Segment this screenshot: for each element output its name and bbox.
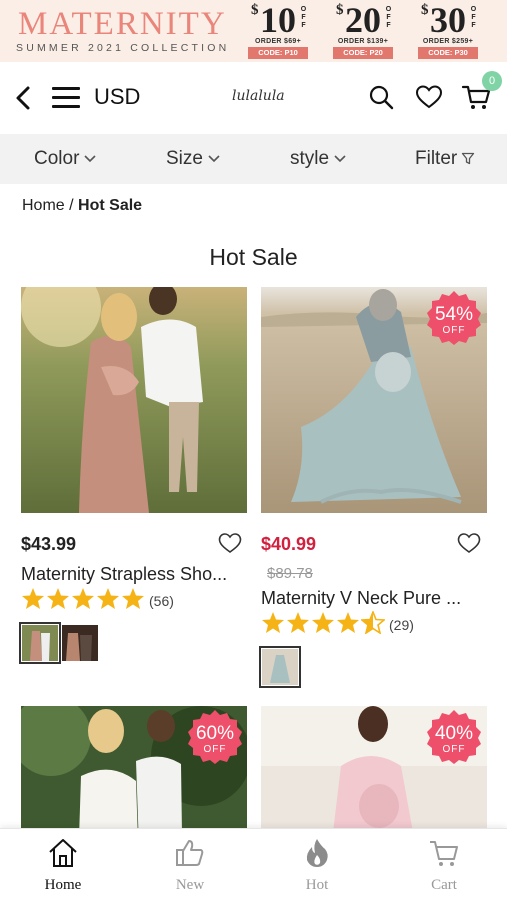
nav-home[interactable]: Home — [0, 829, 126, 900]
star-icon — [47, 588, 69, 609]
nav-cart[interactable]: Cart — [381, 829, 507, 900]
banner-brand: MATERNITY — [18, 6, 227, 42]
nav-label: New — [175, 877, 205, 893]
discount-percent: 54% — [434, 304, 474, 325]
cart-icon — [430, 841, 458, 866]
filter-label: style — [290, 148, 330, 169]
chevron-down-icon — [208, 155, 220, 163]
star-icon — [287, 612, 309, 633]
color-swatch[interactable] — [62, 625, 98, 661]
star-icon — [337, 612, 359, 633]
rating-stars — [261, 611, 386, 635]
cart-count-badge: 0 — [482, 71, 502, 91]
promo-banner[interactable]: MATERNITY SUMMER 2021 COLLECTION $10 O F F … — [0, 0, 507, 62]
discount-off: OFF — [442, 325, 466, 336]
breadcrumb-separator: / — [69, 197, 74, 214]
product-original-price: $89.78 — [267, 565, 313, 582]
nav-new[interactable]: New — [127, 829, 253, 900]
star-icon — [22, 588, 44, 609]
filter-label: Filter — [415, 148, 458, 169]
coupon-code: CODE: P10 — [248, 47, 308, 59]
filter-label: Size — [166, 148, 203, 169]
wishlist-heart-icon[interactable] — [457, 532, 481, 554]
page-title: Hot Sale — [209, 244, 298, 270]
flame-icon — [306, 839, 328, 867]
currency-selector[interactable]: USD — [94, 84, 140, 110]
star-icon — [312, 612, 334, 633]
coupon-30[interactable]: $30 O F F ORDER $259+ CODE: P30 — [415, 0, 481, 59]
nav-label: Cart — [431, 877, 457, 893]
color-swatch[interactable] — [19, 622, 61, 664]
product-card[interactable]: $43.99 Maternity Strapless Sho... (56) — [19, 287, 247, 667]
discount-off: OFF — [203, 744, 227, 755]
coupon-code: CODE: P20 — [333, 47, 393, 59]
rating-stars — [21, 587, 146, 611]
coupon-amount: 30 — [430, 0, 466, 40]
wishlist-icon[interactable] — [415, 84, 443, 110]
top-header: USD lulalula 0 — [0, 62, 507, 134]
nav-label: Home — [44, 877, 82, 893]
discount-percent: 60% — [195, 723, 235, 744]
search-icon[interactable] — [368, 84, 394, 110]
bottom-navigation: Home New Hot Cart — [0, 828, 507, 900]
back-icon[interactable] — [12, 84, 34, 112]
nav-hot[interactable]: Hot — [254, 829, 380, 900]
color-swatch[interactable] — [259, 646, 301, 688]
coupon-amount: 10 — [260, 0, 296, 40]
review-count: (29) — [389, 617, 414, 633]
breadcrumb-home[interactable]: Home — [22, 197, 65, 214]
discount-percent: 40% — [434, 723, 474, 744]
coupon-amount: 20 — [345, 0, 381, 40]
review-count: (56) — [149, 593, 174, 609]
filter-size[interactable]: Size — [166, 134, 221, 184]
thumbs-up-icon — [176, 840, 204, 866]
filter-color[interactable]: Color — [34, 134, 97, 184]
product-image[interactable] — [21, 287, 247, 513]
chevron-down-icon — [334, 155, 346, 163]
product-title[interactable]: Maternity V Neck Pure ... — [261, 588, 461, 609]
half-star-icon — [361, 611, 385, 634]
product-sale-price: $40.99 — [261, 534, 317, 554]
discount-text: 40% OFF — [426, 709, 482, 765]
funnel-icon — [462, 153, 475, 165]
star-icon — [262, 612, 284, 633]
product-price: $43.99 — [21, 534, 77, 554]
product-title[interactable]: Maternity Strapless Sho... — [21, 564, 227, 585]
star-icon — [122, 588, 144, 609]
banner-subtitle: SUMMER 2021 COLLECTION — [16, 42, 230, 54]
breadcrumb-current: Hot Sale — [78, 197, 143, 214]
product-card[interactable]: 60% OFF — [21, 706, 247, 900]
filter-button[interactable]: Filter — [415, 134, 475, 184]
filter-style[interactable]: style — [290, 134, 347, 184]
wishlist-heart-icon[interactable] — [218, 532, 242, 554]
menu-icon[interactable] — [52, 87, 80, 109]
site-logo[interactable]: lulalula — [232, 88, 285, 104]
discount-text: 60% OFF — [187, 709, 243, 765]
coupon-10[interactable]: $10 O F F ORDER $69+ CODE: P10 — [245, 0, 311, 59]
coupon-code: CODE: P30 — [418, 47, 478, 59]
filter-label: Color — [34, 148, 80, 169]
discount-off: OFF — [442, 744, 466, 755]
chevron-down-icon — [84, 155, 96, 163]
star-icon — [97, 588, 119, 609]
coupon-20[interactable]: $20 O F F ORDER $139+ CODE: P20 — [330, 0, 396, 59]
home-icon — [49, 839, 77, 867]
breadcrumb: Home / Hot Sale — [22, 197, 142, 215]
nav-label: Hot — [305, 877, 329, 893]
product-card[interactable]: 40% OFF — [261, 706, 487, 900]
filter-bar: Color Size style Filter — [0, 134, 507, 184]
product-card[interactable]: 54% OFF $40.99 $89.78 Maternity V Neck P… — [259, 287, 487, 688]
discount-text: 54% OFF — [426, 290, 482, 346]
star-icon — [72, 588, 94, 609]
